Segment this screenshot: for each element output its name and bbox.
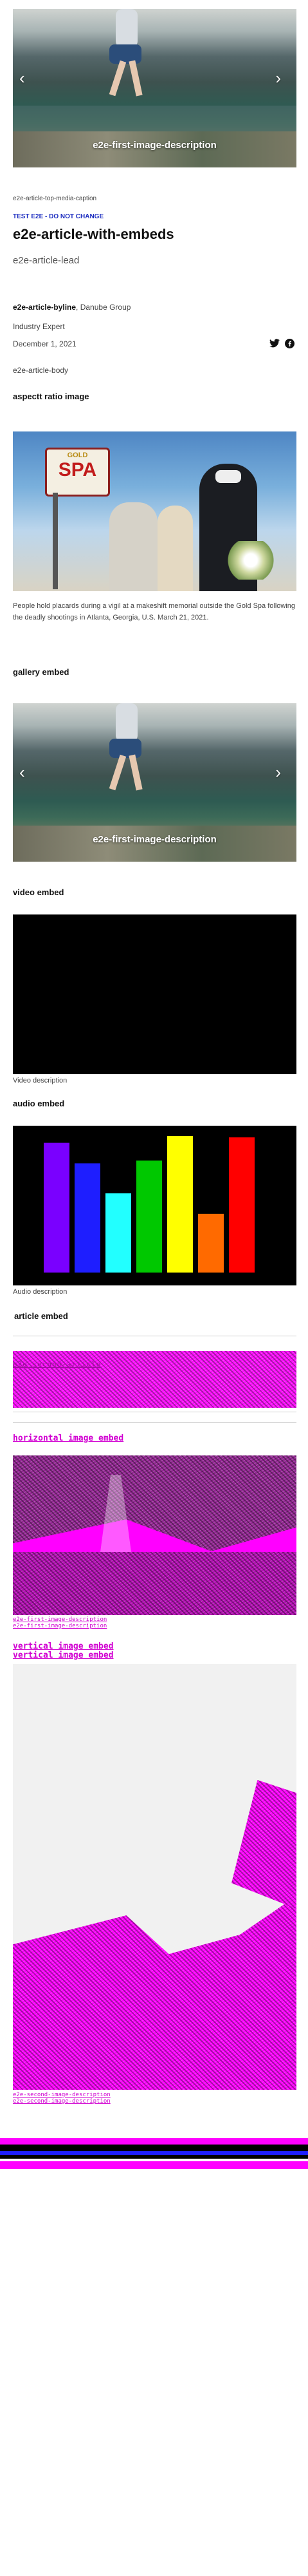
article-date: December 1, 2021 <box>13 339 77 348</box>
audio-bar <box>105 1193 131 1273</box>
facebook-icon[interactable] <box>285 339 294 348</box>
hero-image: ‹ › e2e-first-image-description <box>13 9 296 167</box>
twitter-icon[interactable] <box>269 339 280 348</box>
audio-bar <box>136 1160 162 1273</box>
spa-sign: GOLD SPA <box>45 448 110 497</box>
byline-name[interactable]: e2e-article-byline <box>13 303 76 312</box>
vertical-image <box>13 1664 296 2090</box>
hero-person-figure <box>95 9 153 99</box>
audio-bar <box>44 1142 69 1273</box>
aspect-ratio-caption: People hold placards during a vigil at a… <box>13 602 296 621</box>
audio-description: Audio description <box>13 1288 68 1296</box>
horizontal-image-caption-2: e2e-first-image-description <box>13 1623 107 1629</box>
article-embed-card[interactable]: e2e-second-article <box>13 1351 296 1408</box>
audio-bar <box>198 1213 224 1273</box>
horizontal-image <box>13 1455 296 1615</box>
audio-bar <box>167 1136 193 1273</box>
article-byline: e2e-article-byline, Danube Group <box>13 303 131 312</box>
gallery-embed-next-arrow[interactable]: › <box>275 764 281 781</box>
gallery-image: ‹ › e2e-first-image-description <box>13 703 296 862</box>
divider <box>13 1422 296 1423</box>
article-lead: e2e-article-lead <box>13 255 80 266</box>
section-title-aspect-ratio: aspectt ratio image <box>13 392 89 401</box>
aspect-ratio-image: GOLD SPA <box>13 431 296 591</box>
article-title: e2e-article-with-embeds <box>13 226 174 242</box>
top-media-caption: e2e-article-top-media-caption <box>13 195 97 202</box>
article-embed-title: e2e-second-article <box>13 1360 102 1368</box>
gallery-image-caption: e2e-first-image-description <box>93 834 217 845</box>
section-title-video: video embed <box>13 887 64 897</box>
video-player[interactable] <box>13 914 296 1074</box>
person-left <box>109 502 158 591</box>
audio-visualizer <box>44 1136 255 1273</box>
article-body: e2e-article-body <box>13 366 69 375</box>
video-description: Video description <box>13 1077 68 1084</box>
audio-bar <box>229 1137 255 1273</box>
gallery-prev-arrow[interactable]: ‹ <box>19 70 25 86</box>
glitch-bar <box>0 2161 308 2169</box>
section-title-audio: audio embed <box>13 1099 65 1108</box>
hero-image-caption: e2e-first-image-description <box>93 140 217 151</box>
spa-sign-text: SPA <box>58 459 97 480</box>
vertical-image-caption-1: e2e-second-image-description <box>13 2092 111 2098</box>
byline-role: Industry Expert <box>13 322 65 331</box>
gallery-embed-prev-arrow[interactable]: ‹ <box>19 764 25 781</box>
audio-bar <box>75 1163 100 1273</box>
horizontal-image-caption-1: e2e-first-image-description <box>13 1616 107 1623</box>
glitch-bar <box>0 2145 308 2151</box>
section-title-vertical-1: vertical image embed <box>13 1642 114 1651</box>
byline-org: , Danube Group <box>76 303 131 312</box>
glitch-bar <box>0 2155 308 2159</box>
person-middle <box>158 506 193 591</box>
vertical-image-caption-2: e2e-second-image-description <box>13 2098 111 2105</box>
section-title-horizontal: horizontal image embed <box>13 1434 124 1443</box>
section-title-article: article embed <box>14 1311 68 1321</box>
section-title-vertical-2: vertical image embed <box>13 1651 114 1660</box>
audio-player[interactable] <box>13 1126 296 1285</box>
glitch-bar <box>0 2138 308 2145</box>
section-title-gallery: gallery embed <box>13 667 69 677</box>
article-kicker[interactable]: TEST E2E - DO NOT CHANGE <box>13 213 104 220</box>
gallery-next-arrow[interactable]: › <box>275 70 281 86</box>
spa-sign-top: GOLD <box>67 451 88 459</box>
